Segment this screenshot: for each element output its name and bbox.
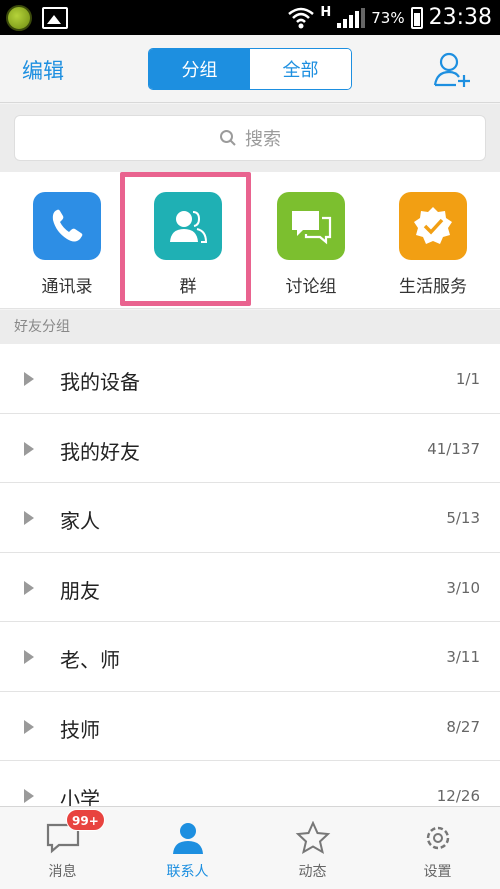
- chat-icon: [277, 192, 345, 260]
- tab-contacts[interactable]: 联系人: [125, 807, 250, 889]
- app-notification-icon: [6, 5, 32, 31]
- screen: H 73% 23:38 编辑 分组 全部 搜索 通讯录 群 讨论组 生活服务 好…: [0, 0, 500, 889]
- battery-percent: 73%: [371, 8, 405, 27]
- highlight-box: [120, 172, 251, 306]
- header: 编辑 分组 全部: [0, 35, 500, 103]
- list-item[interactable]: 家人 5/13: [0, 483, 500, 553]
- star-icon: [295, 821, 330, 855]
- shortcut-contacts-book[interactable]: 通讯录: [17, 192, 117, 297]
- search-icon: [220, 130, 236, 146]
- gear-icon: [426, 826, 449, 850]
- segment-control: 分组 全部: [148, 48, 352, 90]
- expand-arrow-icon: [24, 580, 34, 595]
- segment-all[interactable]: 全部: [250, 49, 351, 89]
- expand-arrow-icon: [24, 441, 34, 456]
- wifi-icon: [288, 7, 315, 28]
- tab-label: 联系人: [166, 864, 209, 880]
- group-name: 家人: [60, 509, 100, 533]
- phone-icon: [33, 192, 101, 260]
- group-name: 技师: [60, 717, 100, 742]
- tab-label: 设置: [423, 864, 452, 880]
- unread-badge: 99+: [66, 809, 105, 831]
- expand-arrow-icon: [24, 372, 34, 386]
- group-name: 小学: [60, 787, 100, 806]
- expand-arrow-icon: [24, 511, 34, 525]
- contacts-icon: [172, 823, 203, 854]
- tab-bar: 99+ 消息 联系人 动态 设置: [0, 806, 500, 889]
- group-name: 老、师: [60, 648, 120, 672]
- shortcut-row: 通讯录 群 讨论组 生活服务: [0, 172, 500, 309]
- group-count: 41/137: [427, 439, 480, 458]
- clock: 23:38: [428, 5, 492, 30]
- segment-groups[interactable]: 分组: [149, 49, 250, 89]
- shortcut-label: 讨论组: [285, 277, 337, 297]
- section-title: 好友分组: [0, 310, 500, 344]
- tab-feed[interactable]: 动态: [250, 807, 375, 889]
- group-count: 3/10: [446, 578, 480, 597]
- list-item[interactable]: 我的设备 1/1: [0, 344, 500, 414]
- group-count: 12/26: [436, 787, 480, 805]
- status-left: [6, 5, 68, 31]
- image-notification-icon: [42, 7, 68, 29]
- expand-arrow-icon: [24, 650, 34, 664]
- battery-icon: [410, 6, 423, 29]
- signal-icon: [337, 7, 366, 28]
- tab-settings[interactable]: 设置: [375, 807, 500, 889]
- group-count: 1/1: [455, 370, 480, 388]
- shortcut-label: 生活服务: [399, 277, 467, 297]
- add-user-icon[interactable]: [432, 49, 472, 89]
- network-type: H: [320, 5, 332, 20]
- tab-label: 消息: [48, 864, 77, 880]
- list-item[interactable]: 朋友 3/10: [0, 553, 500, 622]
- status-bar: H 73% 23:38: [0, 0, 500, 35]
- group-count: 8/27: [446, 717, 480, 736]
- status-right: H 73% 23:38: [288, 2, 492, 33]
- group-count: 3/11: [446, 648, 480, 666]
- list-item[interactable]: 技师 8/27: [0, 692, 500, 761]
- tab-messages[interactable]: 99+ 消息: [0, 807, 125, 889]
- list-item[interactable]: 老、师 3/11: [0, 622, 500, 692]
- search-bar: 搜索: [0, 104, 500, 172]
- group-name: 我的好友: [60, 439, 140, 464]
- shortcut-discussion[interactable]: 讨论组: [261, 192, 361, 297]
- search-input[interactable]: 搜索: [14, 115, 486, 161]
- search-placeholder: 搜索: [245, 129, 281, 150]
- shortcut-label: 通讯录: [41, 277, 93, 297]
- expand-arrow-icon: [24, 789, 34, 803]
- badge-check-icon: [399, 192, 467, 260]
- group-list: 我的设备 1/1 我的好友 41/137 家人 5/13 朋友 3/10 老、师…: [0, 344, 500, 806]
- list-item[interactable]: 我的好友 41/137: [0, 414, 500, 483]
- edit-button[interactable]: 编辑: [22, 55, 64, 85]
- group-name: 我的设备: [60, 370, 140, 394]
- expand-arrow-icon: [24, 719, 34, 734]
- list-item[interactable]: 小学 12/26: [0, 761, 500, 806]
- tab-label: 动态: [298, 864, 327, 880]
- shortcut-life-services[interactable]: 生活服务: [383, 192, 483, 297]
- group-count: 5/13: [446, 509, 480, 527]
- group-name: 朋友: [60, 578, 100, 603]
